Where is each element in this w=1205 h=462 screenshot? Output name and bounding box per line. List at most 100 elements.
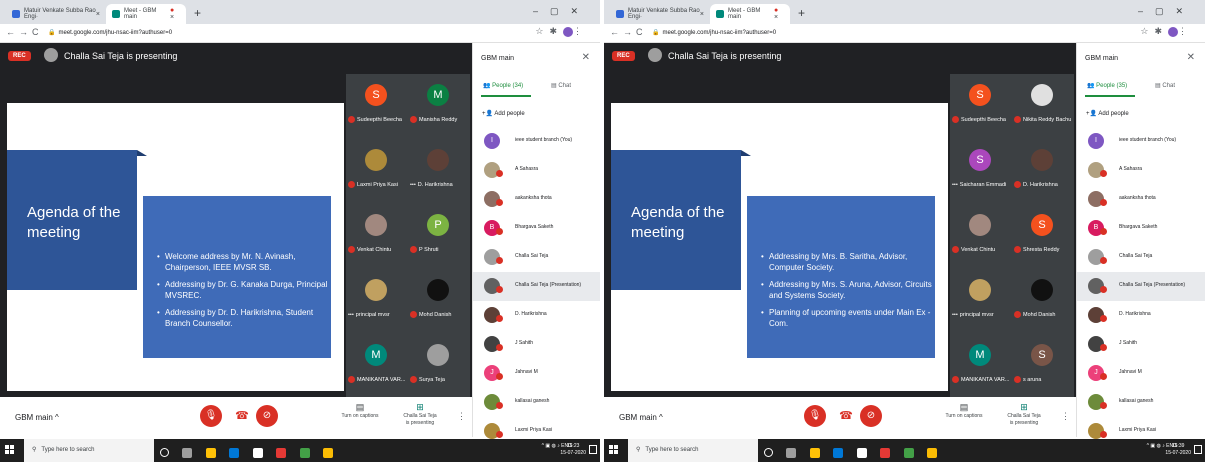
presenting-button[interactable]: ⊞ Challa Sai Teja is presenting — [396, 403, 444, 427]
mic-toggle-button[interactable]: 🎙 — [804, 405, 826, 427]
participant-tile[interactable]: S ••• Saicharan Emmadi — [950, 139, 1012, 204]
people-list-item[interactable]: D. Harikrishna — [473, 301, 600, 330]
taskbar-clock[interactable]: 15:23 15-07-2020 — [560, 443, 586, 457]
nav-buttons[interactable]: ←→C — [610, 27, 647, 37]
new-tab-icon[interactable]: + — [194, 6, 201, 20]
task-view-icon[interactable] — [182, 447, 193, 458]
people-list-item[interactable]: aakanksha thota — [473, 185, 600, 214]
close-tab-icon[interactable]: × — [700, 11, 704, 18]
participant-tile[interactable]: M MANIKANTA VAR... — [346, 334, 408, 399]
people-list-item[interactable]: B Bhargava Saketh — [1077, 214, 1205, 243]
windows-start-icon[interactable] — [5, 445, 15, 455]
people-list-item[interactable]: Challa Sai Teja — [1077, 243, 1205, 272]
url-field[interactable]: 🔒 meet.google.com/jhu-nsac-iim?authuser=0 — [48, 27, 298, 39]
participant-tile[interactable]: Venkat Chintu — [950, 204, 1012, 269]
people-list-item[interactable]: kallasai ganesh — [473, 388, 600, 417]
file-explorer-icon[interactable] — [205, 447, 216, 458]
taskbar-clock[interactable]: 15:39 15-07-2020 — [1165, 443, 1191, 457]
close-tab-icon[interactable]: × — [96, 11, 100, 18]
people-list-item[interactable]: B Bhargava Saketh — [473, 214, 600, 243]
close-panel-icon[interactable]: ✕ — [582, 52, 590, 63]
task-view-icon[interactable] — [786, 447, 797, 458]
browser-toolbar-icons[interactable]: ☆✱ ⋮ — [535, 26, 588, 37]
camera-toggle-button[interactable]: ⊘ — [860, 405, 882, 427]
extension-icon[interactable]: ✱ — [1154, 26, 1168, 36]
people-list-item[interactable]: J Jahnavi M — [473, 359, 600, 388]
participant-tile[interactable]: S Shresta Reddy — [1012, 204, 1074, 269]
tab-chat[interactable]: ▤ Chat — [551, 82, 571, 89]
participant-tile[interactable]: Surya Teja — [408, 334, 470, 399]
people-list-item[interactable]: kallasai ganesh — [1077, 388, 1205, 417]
cortana-icon[interactable] — [160, 448, 169, 458]
file-explorer-icon[interactable] — [809, 447, 820, 458]
mic-toggle-button[interactable]: 🎙 — [200, 405, 222, 427]
presenting-button[interactable]: ⊞ Challa Sai Teja is presenting — [1000, 403, 1048, 427]
store-icon[interactable] — [252, 447, 263, 458]
participant-tile[interactable]: S Sudeepthi Beecha — [950, 74, 1012, 139]
browser-tab-college[interactable]: Matuir Venkate Subba Rao Engi· × — [6, 4, 106, 24]
profile-avatar[interactable] — [563, 26, 573, 37]
participant-tile[interactable]: P P Shruti — [408, 204, 470, 269]
meeting-details-button[interactable]: GBM main ^ — [15, 413, 59, 422]
notification-icon[interactable] — [1194, 445, 1202, 454]
people-list-item[interactable]: Challa Sai Teja (Presentation) — [473, 272, 600, 301]
office-icon[interactable] — [880, 447, 891, 458]
people-list-item[interactable]: aakanksha thota — [1077, 185, 1205, 214]
participant-tile[interactable]: D. Harikrishna — [1012, 139, 1074, 204]
star-icon[interactable]: ☆ — [535, 26, 549, 36]
close-tab-icon[interactable]: × — [774, 14, 778, 21]
participant-tile[interactable]: ••• principal mvsr — [346, 269, 408, 334]
participant-tile[interactable]: S Sudeepthi Beecha — [346, 74, 408, 139]
people-list-item[interactable]: Challa Sai Teja — [473, 243, 600, 272]
nav-buttons[interactable]: ←→C — [6, 27, 43, 37]
edge-icon[interactable] — [229, 447, 240, 458]
participant-tile[interactable]: ••• principal mvsr — [950, 269, 1012, 334]
participant-tile[interactable]: M Manisha Reddy — [408, 74, 470, 139]
notification-icon[interactable] — [589, 445, 597, 454]
windows-start-icon[interactable] — [609, 445, 619, 455]
menu-icon[interactable]: ⋮ — [1178, 26, 1193, 36]
tab-people[interactable]: 👥 People (35) — [1087, 82, 1127, 89]
people-list-item[interactable]: Iieee student branch (You) — [473, 127, 600, 156]
meeting-details-button[interactable]: GBM main ^ — [619, 413, 663, 422]
captions-button[interactable]: ▤ Turn on captions — [940, 403, 988, 420]
extension-icon[interactable]: ✱ — [549, 26, 563, 36]
browser-toolbar-icons[interactable]: ☆✱ ⋮ — [1140, 26, 1193, 37]
participant-tile[interactable]: ••• D. Harikrishna — [408, 139, 470, 204]
close-panel-icon[interactable]: ✕ — [1187, 52, 1195, 63]
add-people-button[interactable]: +👤 Add people — [1086, 110, 1129, 117]
people-list-item[interactable]: J Sahith — [473, 330, 600, 359]
browser-tab-meet[interactable]: Meet - GBM main ● × — [106, 4, 186, 24]
captions-button[interactable]: ▤ Turn on captions — [336, 403, 384, 420]
people-list-item[interactable]: Challa Sai Teja (Presentation) — [1077, 272, 1205, 301]
tab-people[interactable]: 👥 People (34) — [483, 82, 523, 89]
url-field[interactable]: 🔒 meet.google.com/jhu-nsac-iim?authuser=0 — [652, 27, 902, 39]
cortana-icon[interactable] — [764, 448, 773, 458]
window-controls[interactable]: –▢✕ — [1138, 6, 1195, 17]
participant-tile[interactable]: Laxmi Priya Kasi — [346, 139, 408, 204]
chrome-icon[interactable] — [323, 447, 334, 458]
app-icon[interactable] — [299, 447, 310, 458]
people-list-item[interactable]: J Sahith — [1077, 330, 1205, 359]
store-icon[interactable] — [856, 447, 867, 458]
app-icon[interactable] — [903, 447, 914, 458]
camera-toggle-button[interactable]: ⊘ — [256, 405, 278, 427]
people-list-item[interactable]: Iieee student branch (You) — [1077, 127, 1205, 156]
add-people-button[interactable]: +👤 Add people — [482, 110, 525, 117]
more-options-icon[interactable]: ⋮ — [457, 411, 466, 422]
edge-icon[interactable] — [833, 447, 844, 458]
more-options-icon[interactable]: ⋮ — [1061, 411, 1070, 422]
browser-tab-meet[interactable]: Meet - GBM main ● × — [710, 4, 790, 24]
leave-call-button[interactable]: ☎ — [835, 405, 857, 427]
taskbar-search-input[interactable]: ⚲ Type here to search — [24, 439, 154, 462]
browser-tab-college[interactable]: Matuir Venkate Subba Rao Engi· × — [610, 4, 710, 24]
people-list-item[interactable]: D. Harikrishna — [1077, 301, 1205, 330]
profile-avatar[interactable] — [1168, 26, 1178, 37]
menu-icon[interactable]: ⋮ — [573, 26, 588, 36]
star-icon[interactable]: ☆ — [1140, 26, 1154, 36]
leave-call-button[interactable]: ☎ — [231, 405, 253, 427]
participant-tile[interactable]: M MANIKANTA VAR... — [950, 334, 1012, 399]
taskbar-search-input[interactable]: ⚲ Type here to search — [628, 439, 758, 462]
participant-tile[interactable]: Mohd Danish — [1012, 269, 1074, 334]
new-tab-icon[interactable]: + — [798, 6, 805, 20]
